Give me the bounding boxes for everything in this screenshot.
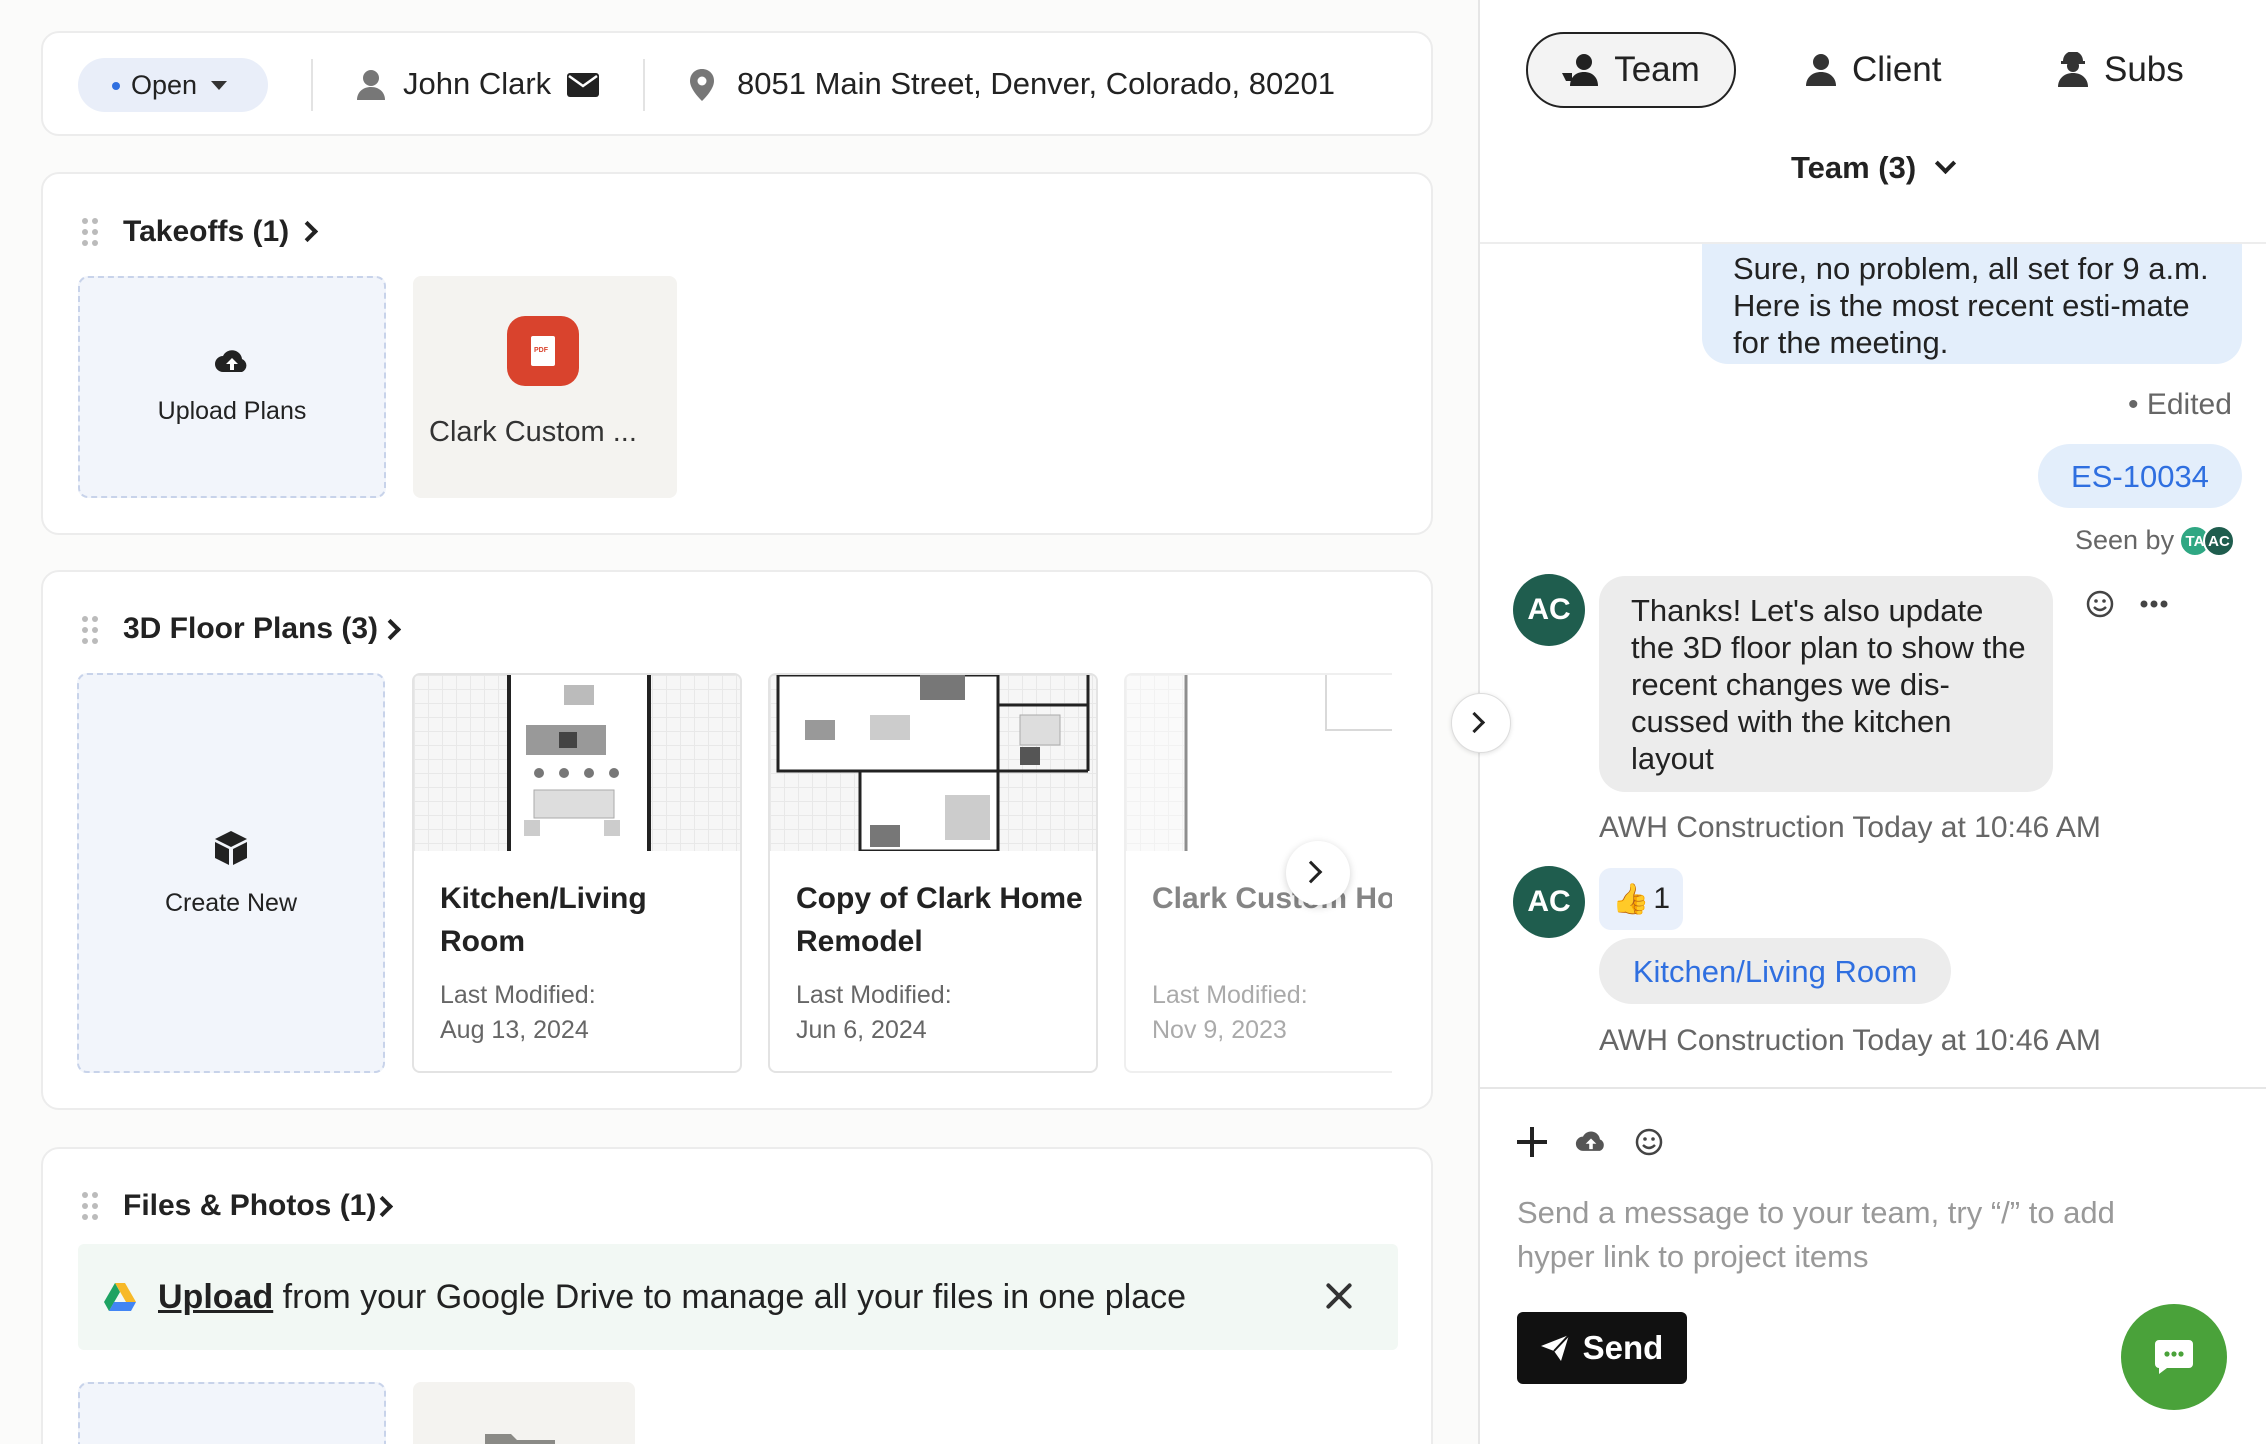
tab-subs[interactable]: Subs (2056, 32, 2184, 108)
status-dot (112, 82, 120, 90)
chevron-right-icon[interactable] (296, 220, 319, 243)
floor-plan-thumbnail (1126, 675, 1392, 851)
close-icon[interactable] (1323, 1279, 1355, 1311)
folder-tile[interactable] (413, 1382, 635, 1444)
google-drive-banner: Upload from your Google Drive to manage … (78, 1244, 1398, 1350)
reaction-count: 1 (1653, 882, 1671, 915)
folder-icon (485, 1434, 555, 1444)
project-panel: Open John Clark 8051 Main Street, Denver… (0, 0, 1478, 1444)
emoji-reaction-icon[interactable] (2085, 589, 2115, 619)
cloud-upload-icon[interactable] (1575, 1129, 1607, 1155)
chat-panel: Team Client Subs Team (3) Sure, no probl… (1478, 0, 2266, 1444)
floor-plan-meta: Last Modified: Aug 13, 2024 (440, 981, 596, 1044)
drag-handle-icon[interactable] (82, 218, 100, 248)
team-members-dropdown[interactable]: Team (3) (1791, 150, 1957, 186)
seen-by-label: Seen by (2075, 525, 2175, 555)
chevron-right-icon[interactable] (379, 618, 402, 641)
person-icon (357, 70, 385, 100)
floor-plan-card[interactable]: Kitchen/Living Room Last Modified: Aug 1… (412, 673, 742, 1073)
tab-label: Team (1614, 50, 1700, 89)
send-button[interactable]: Send (1517, 1312, 1687, 1384)
message-list[interactable]: Sure, no problem, all set for 9 a.m. Her… (1480, 244, 2266, 1087)
seen-avatar: AC (2203, 525, 2235, 557)
floor-plan-card[interactable]: Clark Custom Home Last Modified: Nov 9, … (1124, 673, 1392, 1073)
status-label: Open (131, 69, 198, 100)
takeoffs-section: Takeoffs (1) Upload Plans PDF Clark Cust… (41, 172, 1433, 535)
cloud-upload-icon (215, 349, 247, 372)
subs-icon (2058, 52, 2088, 87)
upload-plans-button[interactable]: Upload Plans (78, 276, 386, 498)
floor-plan-link[interactable]: Kitchen/Living Room (1633, 953, 1917, 990)
drag-handle-icon[interactable] (82, 1192, 100, 1222)
create-new-label: Create New (165, 888, 297, 917)
chat-bubble-icon (2155, 1340, 2193, 1374)
chevron-down-icon (1935, 152, 1957, 174)
project-header: Open John Clark 8051 Main Street, Denver… (41, 31, 1433, 136)
files-photos-title[interactable]: Files & Photos (1) (123, 1189, 376, 1223)
message-composer: Send a message to your team, try “/” to … (1480, 1087, 2266, 1444)
plus-icon[interactable] (1517, 1127, 1547, 1157)
chat-support-button[interactable] (2121, 1304, 2227, 1410)
floor-plan-title: Clark Custom Home (1152, 882, 1392, 915)
floor-plan-thumbnail (414, 675, 740, 851)
file-name: Clark Custom ... (429, 416, 637, 448)
upload-plans-label: Upload Plans (157, 396, 307, 425)
team-icon (1562, 54, 1599, 86)
files-photos-section: Files & Photos (1) Upload from your Goog… (41, 1147, 1433, 1444)
floor-plan-meta: Last Modified: Nov 9, 2023 (1152, 981, 1308, 1044)
team-select-label: Team (3) (1791, 150, 1917, 185)
floor-plans-title[interactable]: 3D Floor Plans (3) (123, 612, 378, 646)
client-icon (1806, 54, 1836, 86)
tab-label: Subs (2104, 50, 2184, 89)
chevron-right-icon (1299, 860, 1323, 884)
location-pin-icon (690, 69, 714, 101)
project-address: 8051 Main Street, Denver, Colorado, 8020… (737, 66, 1335, 101)
chevron-right-icon (1463, 711, 1486, 734)
estimate-link-message[interactable]: ES-10034 (2038, 444, 2242, 508)
tab-team[interactable]: Team (1526, 32, 1736, 108)
reaction-chip[interactable]: 👍 1 (1599, 868, 1683, 930)
more-options-icon[interactable] (2140, 600, 2168, 608)
upload-link[interactable]: Upload (158, 1278, 273, 1316)
google-drive-banner-text: Upload from your Google Drive to manage … (158, 1278, 1187, 1316)
floor-plans-scroll-right-button[interactable] (1286, 841, 1350, 905)
paper-plane-icon (1540, 1335, 1569, 1361)
estimate-link[interactable]: ES-10034 (2071, 458, 2209, 495)
floor-plan-thumbnail (770, 675, 1096, 853)
message-meta: AWH Construction Today at 10:46 AM (1599, 811, 2101, 844)
divider (311, 59, 313, 111)
emoji-icon[interactable] (1634, 1127, 1664, 1157)
takeoff-file-tile[interactable]: PDF Clark Custom ... (413, 276, 677, 498)
divider (643, 59, 645, 111)
google-drive-icon (104, 1283, 136, 1311)
tab-client[interactable]: Client (1804, 32, 1941, 108)
collapse-chat-panel-button[interactable] (1451, 693, 1511, 753)
avatar[interactable]: AC (1513, 574, 1585, 646)
project-link-message[interactable]: Kitchen/Living Room (1599, 938, 1951, 1004)
floor-plan-title: Copy of Clark Home Remodel (796, 882, 1083, 958)
thumbs-up-icon: 👍 (1611, 882, 1650, 916)
message-input[interactable]: Send a message to your team, try “/” to … (1517, 1191, 2197, 1279)
floor-plan-card[interactable]: Copy of Clark Home Remodel Last Modified… (768, 673, 1098, 1073)
send-label: Send (1582, 1329, 1664, 1366)
avatar[interactable]: AC (1513, 866, 1585, 938)
incoming-message: Thanks! Let's also update the 3D floor p… (1599, 576, 2053, 792)
status-dropdown[interactable]: Open (78, 58, 268, 112)
create-new-floor-plan-button[interactable]: Create New (77, 673, 385, 1073)
edited-label: • Edited (2128, 388, 2232, 421)
cube-icon (215, 830, 247, 865)
mail-icon[interactable] (567, 73, 599, 97)
message-meta: AWH Construction Today at 10:46 AM (1599, 1024, 2101, 1057)
floor-plan-meta: Last Modified: Jun 6, 2024 (796, 981, 952, 1044)
pdf-icon: PDF (507, 316, 579, 386)
upload-files-button[interactable] (78, 1382, 386, 1444)
drag-handle-icon[interactable] (82, 616, 100, 646)
takeoffs-title[interactable]: Takeoffs (1) (123, 215, 289, 249)
floor-plan-title: Kitchen/Living Room (440, 882, 647, 958)
client-name[interactable]: John Clark (403, 66, 551, 102)
caret-down-icon (211, 80, 228, 90)
outgoing-message: Sure, no problem, all set for 9 a.m. Her… (1702, 244, 2242, 364)
tab-label: Client (1852, 50, 1942, 89)
